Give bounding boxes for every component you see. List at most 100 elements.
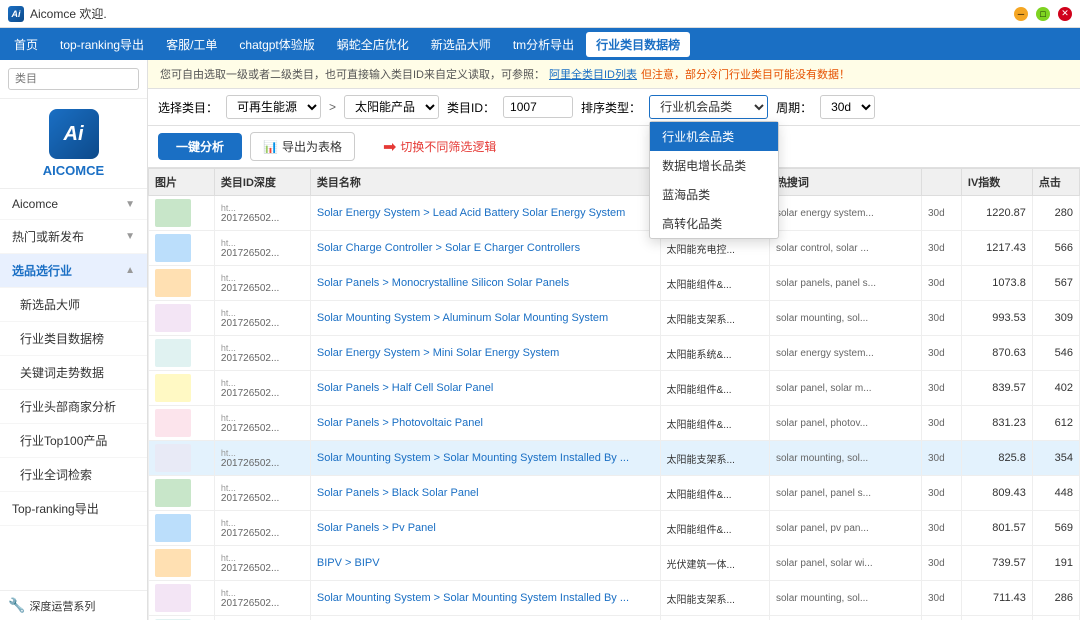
table-row-period: 30d xyxy=(921,476,961,511)
table-container[interactable]: 图片 类目ID深度 类目名称 中文名称 热搜词 IV指数 点击 ht...201… xyxy=(148,168,1080,620)
filter-arrow: > xyxy=(329,100,336,114)
minimize-button[interactable]: ─ xyxy=(1014,7,1028,21)
id-input[interactable] xyxy=(503,96,573,118)
sidebar-item-fullsearch[interactable]: 行业全词检索 xyxy=(0,458,147,492)
table-row-img xyxy=(149,546,215,581)
table-row-img xyxy=(149,406,215,441)
table-row-iv: 1220.87 xyxy=(961,196,1032,231)
sidebar-item-topranking[interactable]: Top-ranking导出 xyxy=(0,492,147,526)
col-hotsearch: 热搜词 xyxy=(769,169,921,196)
analyze-button[interactable]: 一键分析 xyxy=(158,133,242,160)
sidebar-item-industrychart[interactable]: 行业类目数据榜 xyxy=(0,322,147,356)
table-row-hotsearch: solar mounting, sol... xyxy=(769,581,921,616)
table-row-period: 30d xyxy=(921,196,961,231)
table-row-name[interactable]: Solar Panels > Pv Panel xyxy=(310,511,660,546)
col-period xyxy=(921,169,961,196)
nav-item-support[interactable]: 客服/工单 xyxy=(156,32,227,57)
table-row-img xyxy=(149,616,215,620)
table-row-name[interactable]: BIPV > BIPV xyxy=(310,546,660,581)
switch-hint: ➡ 切换不同筛选逻辑 xyxy=(383,137,496,157)
table-row-cnname: 太阳能支架系... xyxy=(660,301,769,336)
table-row-click: 567 xyxy=(1032,266,1079,301)
nav-bar: 首页 top-ranking导出 客服/工单 chatgpt体验版 蜗蛇全店优化… xyxy=(0,28,1080,60)
table-row-iv: 839.57 xyxy=(961,371,1032,406)
table-row-name[interactable]: Solar Energy System > Lead Acid Battery … xyxy=(310,196,660,231)
dropdown-item-1[interactable]: 数据电增长品类 xyxy=(650,151,778,180)
table-row-id: ht...201726502... xyxy=(214,511,310,546)
table-row-iv: 831.23 xyxy=(961,406,1032,441)
dropdown-item-2[interactable]: 蓝海品类 xyxy=(650,180,778,209)
table-row-id: ht...201726502... xyxy=(214,196,310,231)
table-row-period: 30d xyxy=(921,441,961,476)
nav-item-tm[interactable]: tm分析导出 xyxy=(503,32,584,57)
table-row-click: 286 xyxy=(1032,581,1079,616)
table-row-img xyxy=(149,231,215,266)
info-link[interactable]: 阿里全类目ID列表 xyxy=(549,66,637,82)
nav-item-home[interactable]: 首页 xyxy=(4,32,48,57)
close-button[interactable]: ✕ xyxy=(1058,7,1072,21)
table-row-iv: 739.57 xyxy=(961,546,1032,581)
export-button[interactable]: 📊 导出为表格 xyxy=(250,132,355,161)
table-row-hotsearch: solar control, solar ... xyxy=(769,231,921,266)
dropdown-item-3[interactable]: 高转化品类 xyxy=(650,209,778,238)
sidebar-item-newselection[interactable]: 新选品大师 xyxy=(0,288,147,322)
maximize-button[interactable]: □ xyxy=(1036,7,1050,21)
table-row-hotsearch: solar panel cleaning... xyxy=(769,616,921,620)
sidebar-item-keywords[interactable]: 关键词走势数据 xyxy=(0,356,147,390)
table-row-name[interactable]: Solar Mounting System > Aluminum Solar M… xyxy=(310,301,660,336)
table-row-name[interactable]: Solar Mounting System > Solar Mounting S… xyxy=(310,441,660,476)
table-row-cnname: 太阳能组件&... xyxy=(660,511,769,546)
table-row-hotsearch: solar panel, solar m... xyxy=(769,371,921,406)
dropdown-item-0[interactable]: 行业机会品类 xyxy=(650,122,778,151)
sidebar-brand-name: AICOMCE xyxy=(43,163,104,178)
nav-item-topranking[interactable]: top-ranking导出 xyxy=(50,32,154,57)
table-row-iv: 870.63 xyxy=(961,336,1032,371)
table-row-iv: 801.57 xyxy=(961,511,1032,546)
nav-item-chatgpt[interactable]: chatgpt体验版 xyxy=(229,32,324,57)
table-row-hotsearch: solar panel, pv pan... xyxy=(769,511,921,546)
sidebar-item-selection[interactable]: 选品选行业 ▲ xyxy=(0,254,147,288)
table-row-iv: 993.53 xyxy=(961,301,1032,336)
table-row-click: 569 xyxy=(1032,511,1079,546)
category1-select[interactable]: 可再生能源 xyxy=(226,95,321,119)
table-row-hotsearch: solar energy system... xyxy=(769,336,921,371)
table-row-name[interactable]: Panel Cleaning Machine > Panel Cleaning … xyxy=(310,616,660,620)
table-row-period: 30d xyxy=(921,511,961,546)
table-row-click: 110 xyxy=(1032,616,1079,620)
period-label: 周期： xyxy=(776,99,812,116)
table-row-name[interactable]: Solar Energy System > Mini Solar Energy … xyxy=(310,336,660,371)
nav-item-store[interactable]: 蜗蛇全店优化 xyxy=(327,32,419,57)
category2-select[interactable]: 太阳能产品 xyxy=(344,95,439,119)
table-row-period: 30d xyxy=(921,301,961,336)
info-bar: 您可自由选取一级或者二级类目，也可直接输入类目ID来自定义读取，可参照： 阿里全… xyxy=(148,60,1080,89)
sidebar-search-input[interactable] xyxy=(8,68,139,90)
table-row-click: 354 xyxy=(1032,441,1079,476)
table-row-iv: 1217.43 xyxy=(961,231,1032,266)
table-row-id: ht...201726502... xyxy=(214,336,310,371)
table-row-name[interactable]: Solar Mounting System > Solar Mounting S… xyxy=(310,581,660,616)
col-img: 图片 xyxy=(149,169,215,196)
table-row-name[interactable]: Solar Charge Controller > Solar E Charge… xyxy=(310,231,660,266)
sidebar-item-topmerchant[interactable]: 行业头部商家分析 xyxy=(0,390,147,424)
nav-item-industry[interactable]: 行业类目数据榜 xyxy=(586,32,690,57)
sidebar-item-hot[interactable]: 热门或新发布 ▼ xyxy=(0,220,147,254)
table-row-period: 30d xyxy=(921,266,961,301)
sidebar-item-top100[interactable]: 行业Top100产品 xyxy=(0,424,147,458)
period-select[interactable]: 30d 7d 90d xyxy=(820,95,875,119)
nav-item-newproduct[interactable]: 新选品大师 xyxy=(421,32,501,57)
table-row-period: 30d xyxy=(921,336,961,371)
table-row-period: 30d xyxy=(921,546,961,581)
content-area: 您可自由选取一级或者二级类目，也可直接输入类目ID来自定义读取，可参照： 阿里全… xyxy=(148,60,1080,620)
table-row-cnname: 组件清洗设备... xyxy=(660,616,769,620)
table-row-name[interactable]: Solar Panels > Black Solar Panel xyxy=(310,476,660,511)
table-row-period: 30d xyxy=(921,231,961,266)
table-row-name[interactable]: Solar Panels > Half Cell Solar Panel xyxy=(310,371,660,406)
table-row-period: 30d xyxy=(921,581,961,616)
sidebar-item-aicomce[interactable]: Aicomce ▼ xyxy=(0,189,147,220)
sort-select[interactable]: 行业机会品类 数据电增长品类 蓝海品类 高转化品类 xyxy=(649,95,768,119)
table-row-name[interactable]: Solar Panels > Photovoltaic Panel xyxy=(310,406,660,441)
table-row-img xyxy=(149,371,215,406)
col-name: 类目名称 xyxy=(310,169,660,196)
deep-ops-icon: 🔧 xyxy=(8,597,25,614)
table-row-name[interactable]: Solar Panels > Monocrystalline Silicon S… xyxy=(310,266,660,301)
